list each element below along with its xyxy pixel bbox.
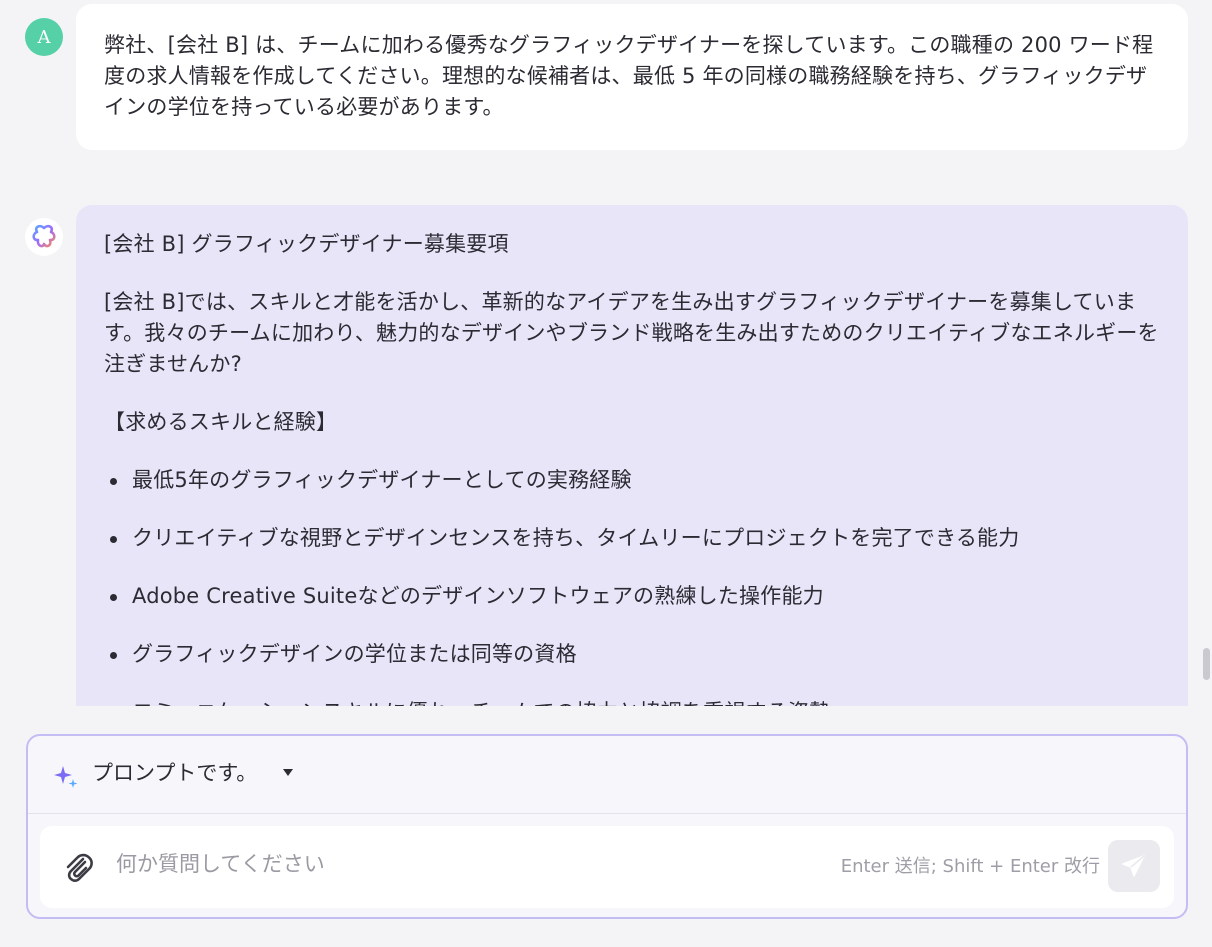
chat-app: A 弊社、[会社 B] は、チームに加わる優秀なグラフィックデザイナーを探してい… (0, 0, 1212, 947)
bot-logo-icon (25, 218, 63, 256)
assistant-message: [会社 B] グラフィックデザイナー募集要項 [会社 B]では、スキルと才能を活… (76, 205, 1188, 706)
send-button[interactable] (1108, 840, 1160, 892)
composer: プロンプトです。 Enter 送信; Shift + Enter 改行 (26, 734, 1188, 919)
requirements-heading: 【求めるスキルと経験】 (104, 410, 338, 434)
prompt-selector-label: プロンプトです。 (92, 761, 258, 785)
job-post-intro: [会社 B]では、スキルと才能を活かし、革新的なアイデアを生み出すグラフィックデ… (104, 290, 1159, 376)
sparkle-icon (54, 766, 78, 788)
prompt-selector[interactable]: プロンプトです。 (28, 736, 1186, 814)
paperclip-icon[interactable] (60, 850, 96, 886)
shortcut-hint: Enter 送信; Shift + Enter 改行 (840, 856, 1100, 877)
user-message-text: 弊社、[会社 B] は、チームに加わる優秀なグラフィックデザイナーを探しています… (104, 33, 1154, 119)
chat-input[interactable] (116, 844, 756, 884)
list-item: グラフィックデザインの学位または同等の資格 (104, 639, 1160, 670)
input-row: Enter 送信; Shift + Enter 改行 (40, 826, 1174, 908)
send-icon (1122, 855, 1145, 877)
list-item: 最低5年のグラフィックデザイナーとしての実務経験 (104, 465, 1160, 496)
list-item: Adobe Creative Suiteなどのデザインソフトウェアの熟練した操作… (104, 581, 1160, 612)
list-item: コミュニケーションスキルに優れ、チームでの協力と協調を重視する姿勢 (104, 697, 1160, 706)
requirements-list: 最低5年のグラフィックデザイナーとしての実務経験 クリエイティブな視野とデザイン… (104, 465, 1160, 706)
list-item: クリエイティブな視野とデザインセンスを持ち、タイムリーにプロジェクトを完了できる… (104, 523, 1160, 554)
user-message: 弊社、[会社 B] は、チームに加わる優秀なグラフィックデザイナーを探しています… (76, 4, 1188, 150)
scrollbar-thumb[interactable] (1203, 648, 1210, 680)
user-avatar: A (25, 18, 63, 56)
chat-thread[interactable]: A 弊社、[会社 B] は、チームに加わる優秀なグラフィックデザイナーを探してい… (0, 0, 1212, 706)
chevron-down-icon (283, 769, 293, 776)
job-post-title: [会社 B] グラフィックデザイナー募集要項 (104, 232, 509, 256)
